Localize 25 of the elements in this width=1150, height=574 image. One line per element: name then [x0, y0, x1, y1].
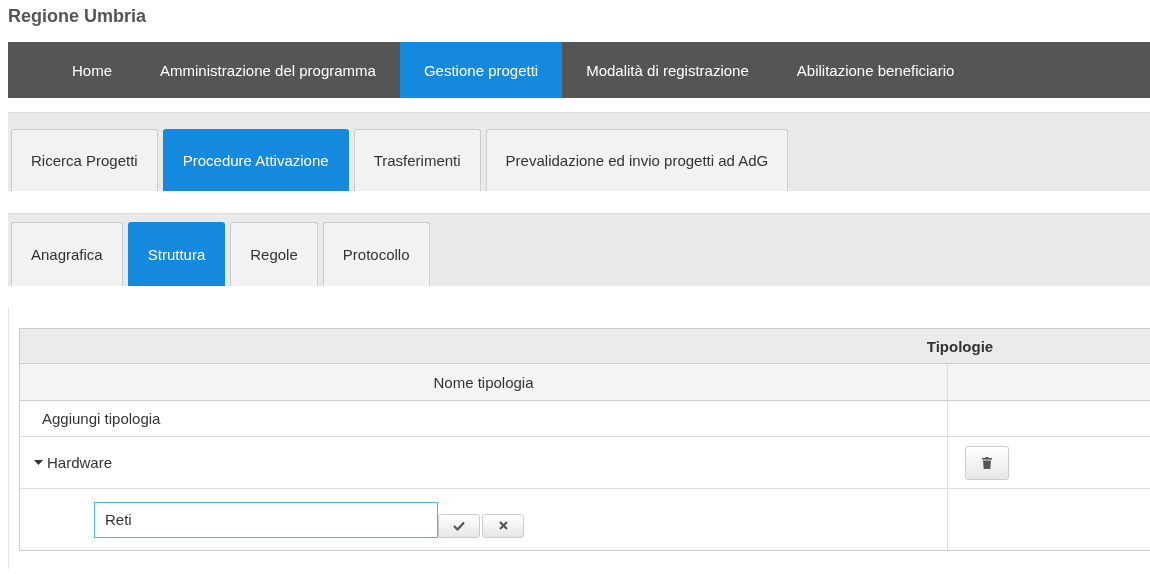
confirm-button[interactable]: [438, 513, 480, 538]
table-title: Tipologie: [926, 337, 994, 355]
check-icon: [453, 520, 465, 531]
cancel-button[interactable]: [482, 513, 524, 538]
menu-item[interactable]: Gestione progetti: [399, 42, 563, 98]
site-title: Regione Umbria: [8, 6, 147, 26]
tab[interactable]: Anagrafica: [11, 222, 123, 286]
tab[interactable]: Struttura: [127, 222, 226, 286]
column-header: Nome tipologia: [20, 364, 948, 400]
tree-node-label[interactable]: Hardware: [47, 454, 113, 471]
tab[interactable]: Trasferimenti: [353, 129, 481, 191]
add-type-link[interactable]: Aggiungi tipologia: [20, 410, 161, 427]
delete-button[interactable]: [965, 445, 1009, 480]
tab[interactable]: Protocollo: [322, 222, 430, 286]
menu-item[interactable]: Abilitazione beneficiario: [772, 42, 979, 98]
tab[interactable]: Prevalidazione ed invio progetti ad AdG: [485, 129, 789, 191]
tab[interactable]: Regole: [230, 222, 318, 286]
type-name-field[interactable]: Reti: [94, 501, 438, 538]
menu-item[interactable]: Amministrazione del programma: [136, 42, 400, 98]
close-icon: [498, 521, 508, 530]
trash-icon: [982, 456, 992, 469]
menu-item[interactable]: Modalità di registrazione: [562, 42, 773, 98]
tab[interactable]: Ricerca Progetti: [11, 129, 158, 191]
tab[interactable]: Procedure Attivazione: [162, 129, 349, 191]
menu-item[interactable]: Home: [48, 42, 136, 98]
